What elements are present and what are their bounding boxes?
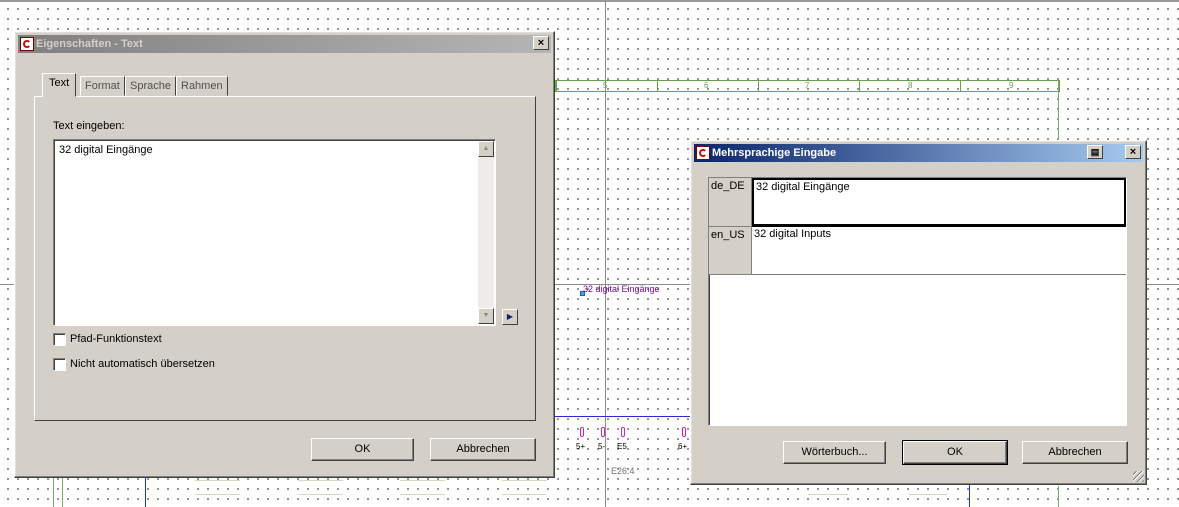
translation-value: 32 digital Inputs	[754, 228, 832, 240]
language-code: en_US	[711, 229, 745, 241]
canvas-blue-vline	[145, 478, 146, 507]
close-button[interactable]: ×	[1125, 145, 1141, 159]
path-function-text-label: Pfad-Funktionstext	[70, 333, 162, 345]
ruler-number: 7	[805, 81, 810, 90]
multilanguage-ok-button[interactable]: OK	[902, 440, 1008, 465]
terminal-pin-icon	[621, 427, 625, 437]
text-input-value: 32 digital Eingänge	[59, 144, 153, 156]
canvas-green-vline3	[53, 478, 54, 507]
translation-grid: de_DE 32 digital Eingänge en_US 32 digit…	[708, 177, 1127, 426]
canvas-blue-vline2	[969, 484, 970, 507]
no-auto-translate-label: Nicht automatisch übersetzen	[70, 358, 215, 370]
translation-cell[interactable]: 32 digital Inputs	[752, 227, 1126, 275]
column-ruler: 5 6 7 8 9	[555, 80, 1060, 92]
terminal-label: 6+	[678, 442, 688, 451]
language-code: de_DE	[711, 180, 745, 192]
language-cell: en_US	[709, 227, 752, 275]
print-icon[interactable]: ▤	[1087, 145, 1103, 159]
terminal-pin-icon	[580, 427, 584, 437]
close-button[interactable]: ×	[533, 36, 549, 50]
tab-rahmen[interactable]: Rahmen	[176, 76, 228, 96]
app-icon	[696, 146, 710, 160]
terminal-label: 5-	[598, 442, 606, 451]
canvas-green-vline2	[1058, 486, 1059, 507]
properties-cancel-button[interactable]: Abbrechen	[430, 438, 536, 461]
dictionary-button[interactable]: Wörterbuch...	[783, 441, 886, 464]
ruler-number: 9	[1009, 81, 1014, 90]
ruler-number: 8	[908, 81, 913, 90]
multilanguage-expand-icon[interactable]: ▶	[502, 309, 518, 325]
no-auto-translate-checkbox[interactable]	[53, 358, 66, 371]
tab-sprache[interactable]: Sprache	[125, 76, 176, 96]
properties-titlebar[interactable]: Eigenschaften - Text ×	[18, 35, 551, 53]
translation-cell-selected[interactable]: 32 digital Eingänge	[752, 178, 1126, 227]
translation-value: 32 digital Eingänge	[756, 181, 850, 193]
ruler-number: 6	[704, 81, 709, 90]
scroll-down-icon[interactable]: ▼	[478, 308, 494, 324]
tab-format[interactable]: Format	[80, 76, 125, 96]
text-input-label: Text eingeben:	[53, 120, 125, 132]
path-function-text-checkbox[interactable]	[53, 333, 66, 346]
faint-reference	[195, 480, 240, 495]
terminal-label: E5	[617, 442, 627, 451]
canvas-blue-hline	[555, 416, 690, 417]
properties-ok-button[interactable]: OK	[311, 438, 414, 461]
canvas-text-label[interactable]: 32 digital Eingänge	[583, 284, 660, 294]
canvas-vline	[605, 0, 606, 507]
language-cell: de_DE	[709, 178, 752, 227]
faint-reference	[908, 484, 948, 495]
canvas-green-vline4	[62, 478, 63, 507]
multilanguage-cancel-button[interactable]: Abbrechen	[1022, 441, 1128, 464]
device-label: E26.4	[611, 466, 635, 476]
multilanguage-titlebar[interactable]: Mehrsprachige Eingabe ▤ ×	[694, 144, 1143, 162]
text-input-area[interactable]: 32 digital Eingänge ▲ ▼	[53, 139, 496, 326]
canvas-hline	[0, 0, 1179, 2]
terminal-pin-icon	[601, 427, 605, 437]
terminal-label: 5+	[576, 442, 586, 451]
ruler-number: 5	[603, 81, 608, 90]
faint-reference	[808, 484, 848, 495]
tab-text[interactable]: Text	[42, 73, 77, 97]
resize-grip-icon[interactable]	[1133, 471, 1144, 482]
faint-reference	[298, 480, 343, 495]
faint-reference	[502, 480, 547, 495]
terminal-pin-icon	[682, 427, 686, 437]
scroll-up-icon[interactable]: ▲	[478, 141, 494, 157]
app-icon	[20, 37, 34, 51]
vertical-scrollbar[interactable]: ▲ ▼	[478, 141, 494, 324]
multilanguage-title: Mehrsprachige Eingabe	[712, 147, 837, 159]
properties-title: Eigenschaften - Text	[36, 38, 143, 50]
faint-reference	[400, 480, 445, 495]
